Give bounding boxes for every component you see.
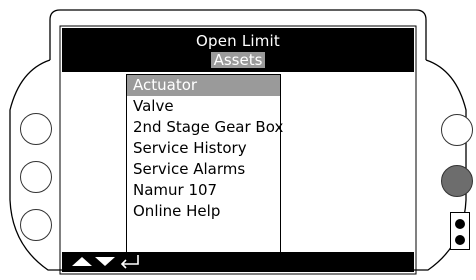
menu-item-namur-107[interactable]: Namur 107 [127, 180, 280, 201]
up-arrow-icon[interactable] [72, 257, 92, 266]
toggle-switch[interactable] [450, 212, 470, 250]
switch-dot-bottom [455, 235, 465, 245]
right-middle-button[interactable] [441, 165, 473, 197]
screen-header: Open Limit Assets [62, 28, 414, 72]
assets-menu: Actuator Valve 2nd Stage Gear Box Servic… [126, 74, 283, 258]
left-top-button[interactable] [20, 113, 52, 145]
enter-icon[interactable] [120, 255, 139, 269]
screen-subtitle: Assets [210, 52, 266, 68]
menu-item-valve[interactable]: Valve [127, 96, 280, 117]
switch-dot-top [455, 219, 465, 229]
menu-item-online-help[interactable]: Online Help [127, 201, 280, 222]
menu-item-actuator[interactable]: Actuator [127, 75, 280, 96]
left-bottom-button[interactable] [20, 209, 52, 241]
screen-footer [62, 252, 414, 272]
down-arrow-icon[interactable] [95, 257, 115, 266]
screen-title: Open Limit [195, 32, 281, 50]
menu-item-gear-box[interactable]: 2nd Stage Gear Box [127, 117, 283, 138]
left-middle-button[interactable] [20, 161, 52, 193]
right-top-button[interactable] [441, 114, 473, 146]
menu-item-service-history[interactable]: Service History [127, 138, 280, 159]
menu-item-service-alarms[interactable]: Service Alarms [127, 159, 280, 180]
